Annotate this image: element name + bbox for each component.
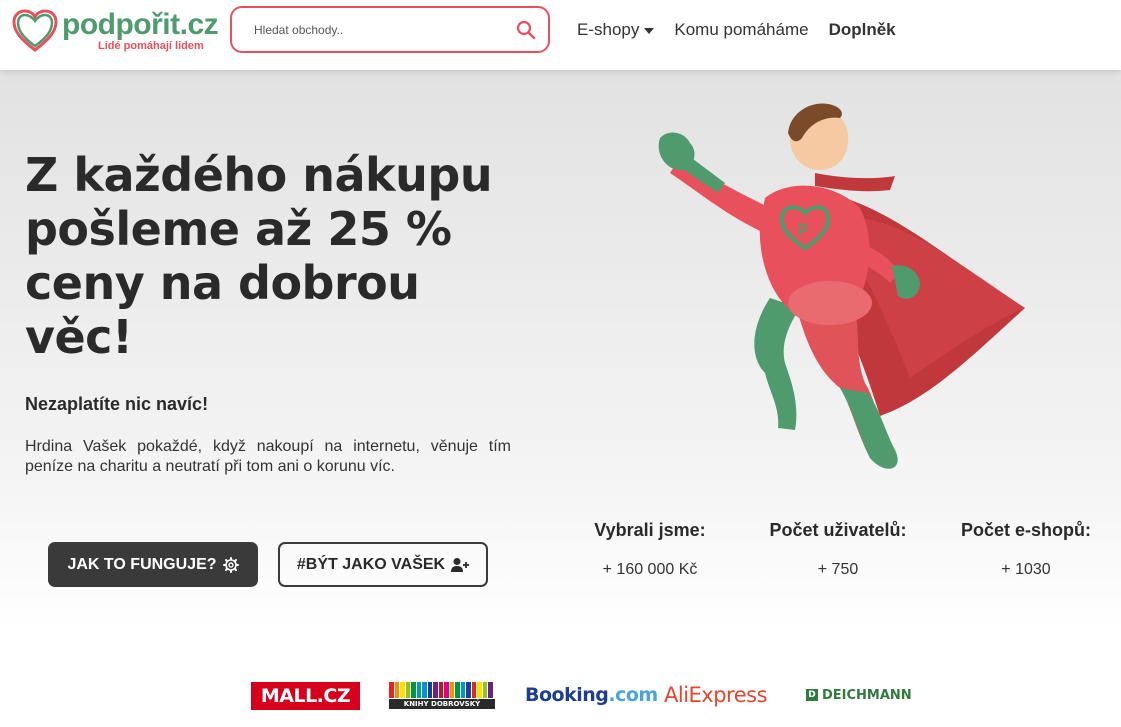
nav-item-eshops[interactable]: E-shopy — [577, 20, 655, 40]
booking-logo-main: Booking — [525, 684, 609, 706]
be-like-vasek-button[interactable]: #BÝT JAKO VAŠEK — [278, 542, 488, 587]
stat-eshops: Počet e-shopů: + 1030 — [916, 520, 1121, 579]
stat-collected-label: Vybrali jsme: — [594, 520, 706, 540]
search-icon[interactable] — [516, 20, 536, 40]
deichmann-mark-icon: D — [806, 689, 818, 701]
user-plus-icon — [451, 557, 470, 572]
aliexpress-logo[interactable]: AliExpress — [664, 680, 768, 710]
nav-label-eshops: E-shopy — [577, 20, 640, 39]
how-it-works-button[interactable]: JAK TO FUNGUJE? — [48, 542, 258, 587]
logo-text: podpořit.cz — [62, 8, 219, 41]
knihy-dobrovsky-logo[interactable]: KNIHY DOBROVSKÝ — [389, 680, 495, 710]
partner-logos: MALL.CZ KNIHY DOBROVSKÝ Booking .com Ali… — [250, 680, 912, 712]
stat-users-value: + 750 — [817, 561, 859, 578]
gear-icon — [222, 556, 239, 573]
stat-users-label: Počet uživatelů: — [769, 520, 907, 540]
stat-users: Počet uživatelů: + 750 — [738, 520, 938, 579]
heart-p-logo-icon — [12, 9, 58, 52]
search-input[interactable] — [254, 18, 504, 42]
main-nav: E-shopy Komu pomáháme Doplněk — [577, 20, 916, 40]
mall-logo[interactable]: MALL.CZ — [251, 682, 360, 710]
search-box — [230, 6, 550, 53]
knihy-dobrovsky-text: KNIHY DOBROVSKÝ — [403, 700, 481, 708]
hero-subtitle: Nezaplatíte nic navíc! — [25, 394, 209, 414]
how-it-works-label: JAK TO FUNGUJE? — [67, 555, 217, 573]
stat-collected: Vybrali jsme: + 160 000 Kč — [550, 520, 750, 579]
deichmann-logo[interactable]: D DEICHMANN — [806, 680, 912, 710]
caret-down-icon — [644, 28, 655, 34]
booking-logo-dot: .com — [608, 684, 658, 706]
nav-item-komu-pomahame[interactable]: Komu pomáháme — [674, 20, 808, 40]
stat-eshops-label: Počet e-shopů: — [960, 520, 1091, 540]
be-like-vasek-label: #BÝT JAKO VAŠEK — [296, 555, 446, 573]
stat-collected-value: + 160 000 Kč — [602, 561, 698, 578]
site-logo[interactable]: podpořit.cz Lidé pomáhají lidem — [12, 6, 219, 56]
nav-item-doplnek[interactable]: Doplněk — [829, 20, 896, 40]
superhero-illustration: p — [658, 103, 1025, 469]
site-header: podpořit.cz Lidé pomáhají lidem E-shopy … — [0, 0, 1121, 70]
logo-tagline: Lidé pomáhají lidem — [98, 40, 204, 52]
hero-section: Z každého nákupu pošleme až 25 % ceny na… — [0, 70, 1121, 630]
deichmann-text: DEICHMANN — [822, 687, 912, 703]
svg-text:p: p — [798, 219, 808, 236]
hero-title: Z každého nákupu pošleme až 25 % ceny na… — [25, 148, 493, 364]
booking-logo[interactable]: Booking .com — [525, 680, 658, 710]
stat-eshops-value: + 1030 — [1001, 561, 1051, 578]
hero-description: Hrdina Vašek pokaždé, když nakoupí na in… — [25, 438, 511, 475]
